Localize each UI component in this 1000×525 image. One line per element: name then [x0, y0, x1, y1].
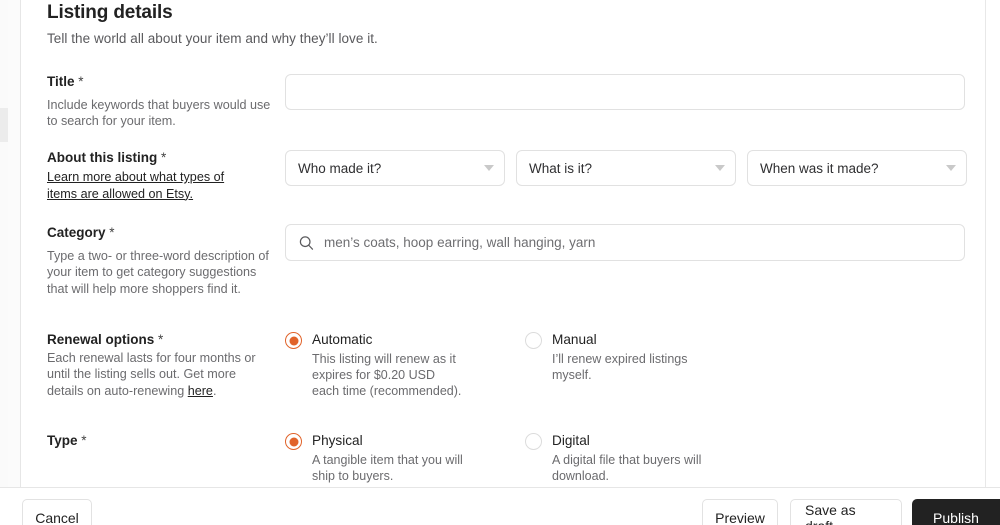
publish-button[interactable]: Publish	[912, 499, 1000, 525]
renewal-radio-group: Automatic This listing will renew as it …	[285, 331, 967, 411]
select-what-is-it-value: What is it?	[529, 160, 593, 176]
renewal-label-text: Renewal options	[47, 332, 155, 347]
chevron-down-icon	[946, 165, 956, 171]
listing-details-card: Listing details Tell the world all about…	[21, 0, 986, 487]
page-left-gutter	[0, 0, 8, 487]
save-as-draft-button[interactable]: Save as draft	[790, 499, 902, 525]
listing-details-page: Listing details Tell the world all about…	[0, 0, 1000, 525]
select-when-was-it-made-value: When was it made?	[760, 160, 879, 176]
renewal-help-text: Each renewal lasts for four months or un…	[47, 350, 272, 399]
category-label-col: Category * Type a two- or three-word des…	[47, 224, 272, 297]
renewal-here-link[interactable]: here	[188, 384, 213, 398]
about-label-col: About this listing * Learn more about wh…	[47, 149, 272, 202]
radio-body-automatic: Automatic This listing will renew as it …	[312, 331, 515, 400]
radio-body-manual: Manual I’ll renew expired listings mysel…	[552, 331, 755, 383]
title-label-text: Title	[47, 74, 75, 89]
chevron-down-icon	[484, 165, 494, 171]
select-when-was-it-made[interactable]: When was it made?	[747, 150, 967, 186]
about-field-col: Who made it? What is it? When was it mad…	[285, 150, 967, 186]
radio-option-digital[interactable]: Digital A digital file that buyers will …	[525, 432, 755, 484]
scroll-thumb[interactable]	[0, 108, 8, 142]
renewal-help-after: .	[212, 383, 217, 398]
renewal-field-col: Automatic This listing will renew as it …	[285, 331, 967, 411]
radio-option-physical[interactable]: Physical A tangible item that you will s…	[285, 432, 515, 484]
radio-icon-manual[interactable]	[525, 332, 542, 349]
radio-option-automatic[interactable]: Automatic This listing will renew as it …	[285, 331, 515, 400]
radio-desc-physical: A tangible item that you will ship to bu…	[312, 453, 463, 484]
title-field-label: Title *	[47, 73, 272, 91]
radio-title-physical: Physical	[312, 433, 363, 448]
search-icon	[299, 235, 314, 250]
about-field-label: About this listing *	[47, 149, 272, 167]
title-input[interactable]	[285, 74, 965, 110]
radio-desc-digital: A digital file that buyers will download…	[552, 453, 702, 484]
radio-body-digital: Digital A digital file that buyers will …	[552, 432, 755, 484]
category-help-text: Type a two- or three-word description of…	[47, 249, 269, 296]
radio-body-physical: Physical A tangible item that you will s…	[312, 432, 515, 484]
radio-desc-manual: I’ll renew expired listings myself.	[552, 352, 688, 383]
page-title: Listing details	[47, 2, 173, 23]
type-label-col: Type *	[47, 432, 272, 450]
title-label-col: Title * Include keywords that buyers wou…	[47, 73, 272, 130]
select-what-is-it[interactable]: What is it?	[516, 150, 736, 186]
category-search-wrap[interactable]	[285, 224, 965, 261]
bottom-action-bar: Cancel Preview Save as draft Publish	[0, 487, 1000, 525]
type-field-col: Physical A tangible item that you will s…	[285, 432, 967, 487]
radio-icon-digital[interactable]	[525, 433, 542, 450]
select-who-made-it-value: Who made it?	[298, 160, 382, 176]
category-field-label: Category *	[47, 224, 272, 242]
type-required-mark: *	[81, 433, 87, 448]
about-label-text: About this listing	[47, 150, 158, 165]
type-radio-group: Physical A tangible item that you will s…	[285, 432, 967, 487]
title-required-mark: *	[78, 74, 84, 89]
category-label-text: Category	[47, 225, 106, 240]
radio-option-manual[interactable]: Manual I’ll renew expired listings mysel…	[525, 331, 755, 383]
type-label-text: Type	[47, 433, 78, 448]
radio-icon-automatic[interactable]	[285, 332, 302, 349]
renewal-field-label: Renewal options *	[47, 331, 272, 349]
cancel-button[interactable]: Cancel	[22, 499, 92, 525]
renewal-help-before: Each renewal lasts for four months or un…	[47, 351, 256, 398]
category-field-col	[285, 224, 967, 261]
radio-title-automatic: Automatic	[312, 332, 373, 347]
page-left-rail	[8, 0, 21, 487]
radio-title-manual: Manual	[552, 332, 597, 347]
renewal-required-mark: *	[158, 332, 164, 347]
renewal-label-col: Renewal options * Each renewal lasts for…	[47, 331, 272, 399]
category-required-mark: *	[109, 225, 115, 240]
chevron-down-icon	[715, 165, 725, 171]
about-selects-group: Who made it? What is it? When was it mad…	[285, 150, 967, 186]
radio-title-digital: Digital	[552, 433, 590, 448]
about-required-mark: *	[161, 150, 167, 165]
radio-desc-automatic: This listing will renew as it expires fo…	[312, 352, 462, 399]
preview-button[interactable]: Preview	[702, 499, 778, 525]
title-field-col	[285, 74, 967, 110]
category-search-input[interactable]	[286, 225, 964, 260]
page-subtitle: Tell the world all about your item and w…	[47, 31, 378, 46]
radio-icon-physical[interactable]	[285, 433, 302, 450]
about-listing-learn-more-link[interactable]: Learn more about what types of items are…	[47, 169, 237, 202]
title-help-text: Include keywords that buyers would use t…	[47, 98, 271, 129]
select-who-made-it[interactable]: Who made it?	[285, 150, 505, 186]
type-field-label: Type *	[47, 432, 272, 450]
